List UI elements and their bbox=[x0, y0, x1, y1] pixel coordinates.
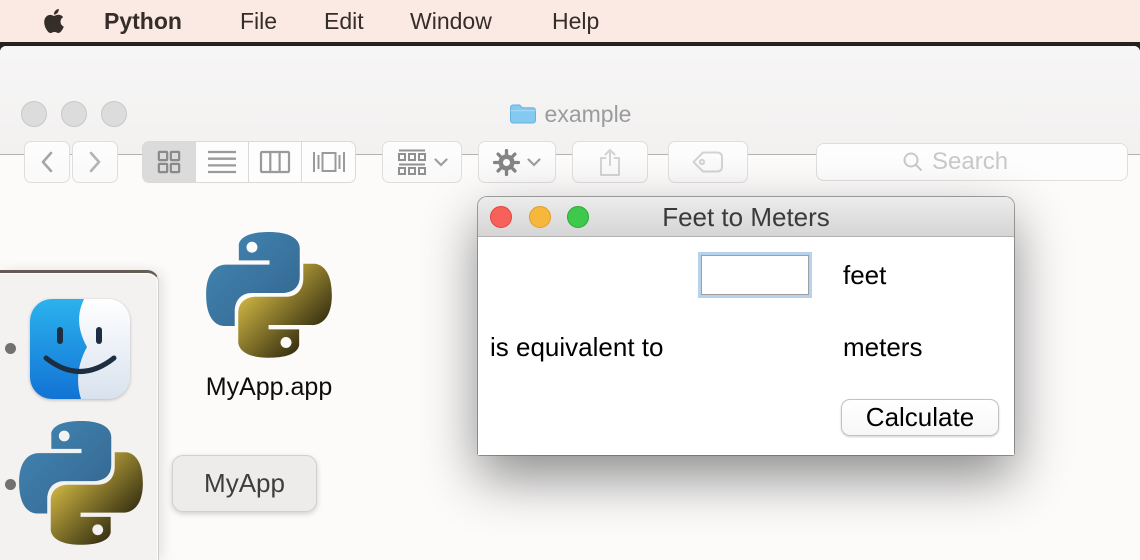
menu-item-window[interactable]: Window bbox=[410, 0, 492, 42]
close-button[interactable] bbox=[490, 206, 512, 228]
window-title: example bbox=[0, 100, 1140, 128]
column-view-button[interactable] bbox=[249, 142, 302, 182]
search-icon bbox=[902, 151, 924, 173]
share-icon bbox=[597, 147, 623, 177]
finder-header: example bbox=[0, 46, 1140, 155]
finder-running-indicator-dot bbox=[5, 343, 16, 354]
list-view-button[interactable] bbox=[196, 142, 249, 182]
menu-item-edit[interactable]: Edit bbox=[324, 0, 364, 42]
folder-icon bbox=[509, 103, 536, 125]
feet-window-titlebar[interactable]: Feet to Meters bbox=[478, 197, 1014, 237]
apple-logo-icon[interactable] bbox=[44, 9, 64, 33]
calculate-button[interactable]: Calculate bbox=[841, 399, 999, 436]
app-file-myapp[interactable]: MyApp.app bbox=[204, 232, 334, 402]
feet-window-body: feet is equivalent to meters Calculate bbox=[478, 237, 1014, 455]
menu-app-name[interactable]: Python bbox=[104, 0, 182, 42]
feet-entry-input[interactable] bbox=[701, 255, 809, 295]
is-equivalent-to-label: is equivalent to bbox=[490, 324, 663, 370]
feet-label: feet bbox=[843, 252, 886, 298]
cover-flow-icon bbox=[312, 149, 346, 175]
share-button[interactable] bbox=[572, 141, 648, 183]
icon-view-button[interactable] bbox=[143, 142, 196, 182]
dock bbox=[0, 270, 159, 560]
menu-item-file[interactable]: File bbox=[240, 0, 277, 42]
zoom-button[interactable] bbox=[101, 101, 127, 127]
list-view-icon bbox=[208, 149, 236, 175]
zoom-button[interactable] bbox=[567, 206, 589, 228]
cover-flow-view-button[interactable] bbox=[302, 142, 355, 182]
grid-view-icon bbox=[157, 150, 181, 174]
minimize-button[interactable] bbox=[61, 101, 87, 127]
action-gear-button[interactable] bbox=[478, 141, 556, 183]
python-icon bbox=[19, 421, 143, 547]
window-title-text: example bbox=[545, 101, 632, 128]
dock-item-finder[interactable] bbox=[30, 299, 130, 399]
app-file-label: MyApp.app bbox=[204, 373, 334, 402]
tag-button[interactable] bbox=[668, 141, 748, 183]
forward-button[interactable] bbox=[72, 141, 118, 183]
feet-entry-ring bbox=[698, 252, 812, 298]
search-field[interactable] bbox=[816, 143, 1128, 181]
back-button[interactable] bbox=[24, 141, 70, 183]
chevron-down-icon bbox=[434, 158, 448, 167]
dock-tooltip: MyApp bbox=[172, 455, 317, 512]
dock-tooltip-text: MyApp bbox=[204, 468, 285, 499]
gear-icon bbox=[493, 149, 520, 176]
column-view-icon bbox=[259, 150, 291, 174]
chevron-down-icon bbox=[527, 158, 541, 167]
search-input[interactable] bbox=[932, 148, 1042, 176]
menu-bar: Python File Edit Window Help bbox=[0, 0, 1140, 42]
meters-label: meters bbox=[843, 324, 922, 370]
feet-to-meters-window: Feet to Meters feet is equivalent to met… bbox=[478, 197, 1014, 455]
python-running-indicator-dot bbox=[5, 479, 16, 490]
menu-item-help[interactable]: Help bbox=[552, 0, 599, 42]
finder-icon bbox=[30, 299, 130, 399]
minimize-button[interactable] bbox=[529, 206, 551, 228]
python-app-icon bbox=[206, 232, 332, 360]
feet-window-title: Feet to Meters bbox=[478, 197, 1014, 237]
arrange-button[interactable] bbox=[382, 141, 462, 183]
view-mode-segmented-control bbox=[142, 141, 356, 183]
tag-icon bbox=[691, 150, 725, 174]
arrange-icon bbox=[397, 148, 427, 176]
close-button[interactable] bbox=[21, 101, 47, 127]
dock-item-python[interactable] bbox=[19, 421, 143, 547]
